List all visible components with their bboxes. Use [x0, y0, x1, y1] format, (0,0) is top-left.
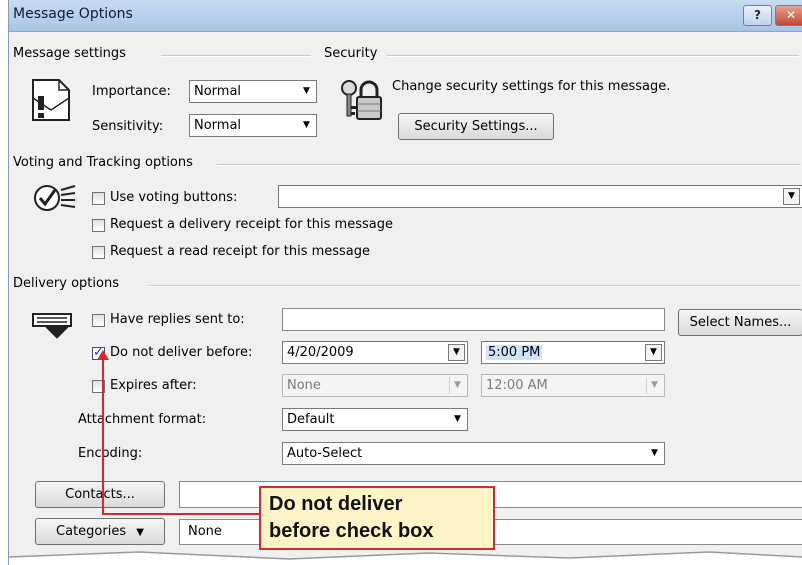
encoding-dropdown[interactable]: Auto-Select ▼	[282, 442, 665, 465]
expires-time-dropdown[interactable]: 12:00 AM ▼	[481, 374, 665, 397]
arrow-up-icon	[97, 350, 109, 360]
expires-after-label: Expires after:	[110, 378, 197, 393]
chevron-down-icon: ▼	[448, 344, 465, 361]
categories-label: Categories	[56, 524, 127, 539]
close-button[interactable]: ✕	[775, 5, 802, 26]
delivery-receipt-label: Request a delivery receipt for this mess…	[110, 217, 393, 232]
message-settings-icon	[32, 79, 70, 121]
importance-dropdown[interactable]: Normal ▼	[189, 80, 317, 103]
have-replies-checkbox[interactable]	[92, 314, 105, 327]
callout-leader-line	[102, 356, 104, 514]
lock-key-icon	[341, 80, 382, 120]
section-divider	[161, 55, 311, 57]
voting-buttons-dropdown[interactable]: ▼	[278, 185, 802, 208]
window-title: Message Options	[13, 6, 133, 22]
use-voting-label: Use voting buttons:	[110, 190, 238, 205]
message-options-dialog: Message Options ? ✕ Message settings Imp…	[8, 0, 802, 565]
delivery-receipt-checkbox[interactable]	[92, 219, 105, 232]
importance-label: Importance:	[92, 84, 171, 99]
chevron-down-icon: ▼	[645, 344, 662, 361]
attachment-format-dropdown[interactable]: Default ▼	[282, 408, 468, 431]
do-not-deliver-date-value: 4/20/2009	[287, 345, 354, 360]
voting-checkmark-icon	[34, 185, 76, 211]
voting-tracking-heading: Voting and Tracking options	[13, 155, 193, 170]
expires-date-picker[interactable]: None ▼	[282, 374, 468, 397]
chevron-down-icon: ▼	[646, 377, 662, 394]
section-divider	[387, 55, 799, 57]
importance-value: Normal	[194, 84, 242, 99]
chevron-down-icon: ▼	[449, 377, 465, 394]
do-not-deliver-time-dropdown[interactable]: 5:00 PM ▼	[481, 341, 665, 364]
attachment-format-label: Attachment format:	[78, 412, 207, 427]
security-description: Change security settings for this messag…	[392, 79, 671, 94]
categories-value: None	[188, 524, 222, 539]
chevron-down-icon: ▼	[303, 86, 310, 96]
contacts-button[interactable]: Contacts...	[35, 481, 165, 508]
use-voting-checkbox[interactable]	[92, 192, 105, 205]
encoding-label: Encoding:	[78, 446, 143, 461]
callout-box: Do not deliver before check box	[259, 486, 495, 550]
do-not-deliver-date-picker[interactable]: 4/20/2009 ▼	[282, 341, 468, 364]
categories-button[interactable]: Categories ▼	[35, 518, 165, 545]
delivery-truck-icon	[32, 313, 72, 339]
section-divider	[217, 164, 801, 166]
section-divider	[149, 285, 801, 287]
read-receipt-checkbox[interactable]	[92, 246, 105, 259]
replies-to-input[interactable]	[282, 308, 665, 331]
have-replies-label: Have replies sent to:	[110, 312, 245, 327]
encoding-value: Auto-Select	[287, 446, 363, 461]
expires-time-value: 12:00 AM	[486, 378, 548, 393]
select-names-button[interactable]: Select Names...	[678, 309, 802, 336]
message-settings-heading: Message settings	[13, 46, 126, 61]
title-bar: Message Options ? ✕	[9, 0, 802, 32]
security-heading: Security	[324, 46, 378, 61]
chevron-down-icon: ▼	[651, 448, 658, 458]
expires-date-value: None	[287, 378, 321, 393]
attachment-format-value: Default	[287, 412, 335, 427]
callout-line-2: before check box	[269, 520, 434, 542]
chevron-down-icon: ▼	[454, 414, 461, 424]
help-button[interactable]: ?	[743, 5, 772, 26]
sensitivity-label: Sensitivity:	[92, 119, 164, 134]
chevron-down-icon: ▼	[303, 120, 310, 130]
callout-line-1: Do not deliver	[269, 493, 403, 515]
do-not-deliver-time-value: 5:00 PM	[486, 345, 543, 360]
sensitivity-dropdown[interactable]: Normal ▼	[189, 114, 317, 137]
chevron-down-icon: ▼	[136, 527, 144, 538]
delivery-options-heading: Delivery options	[13, 276, 119, 291]
torn-edge-decoration	[9, 551, 802, 565]
callout-leader-line	[102, 513, 260, 515]
do-not-deliver-label: Do not deliver before:	[110, 345, 253, 360]
security-settings-button[interactable]: Security Settings...	[398, 113, 554, 140]
sensitivity-value: Normal	[194, 118, 242, 133]
chevron-down-icon: ▼	[783, 188, 800, 205]
read-receipt-label: Request a read receipt for this message	[110, 244, 371, 259]
